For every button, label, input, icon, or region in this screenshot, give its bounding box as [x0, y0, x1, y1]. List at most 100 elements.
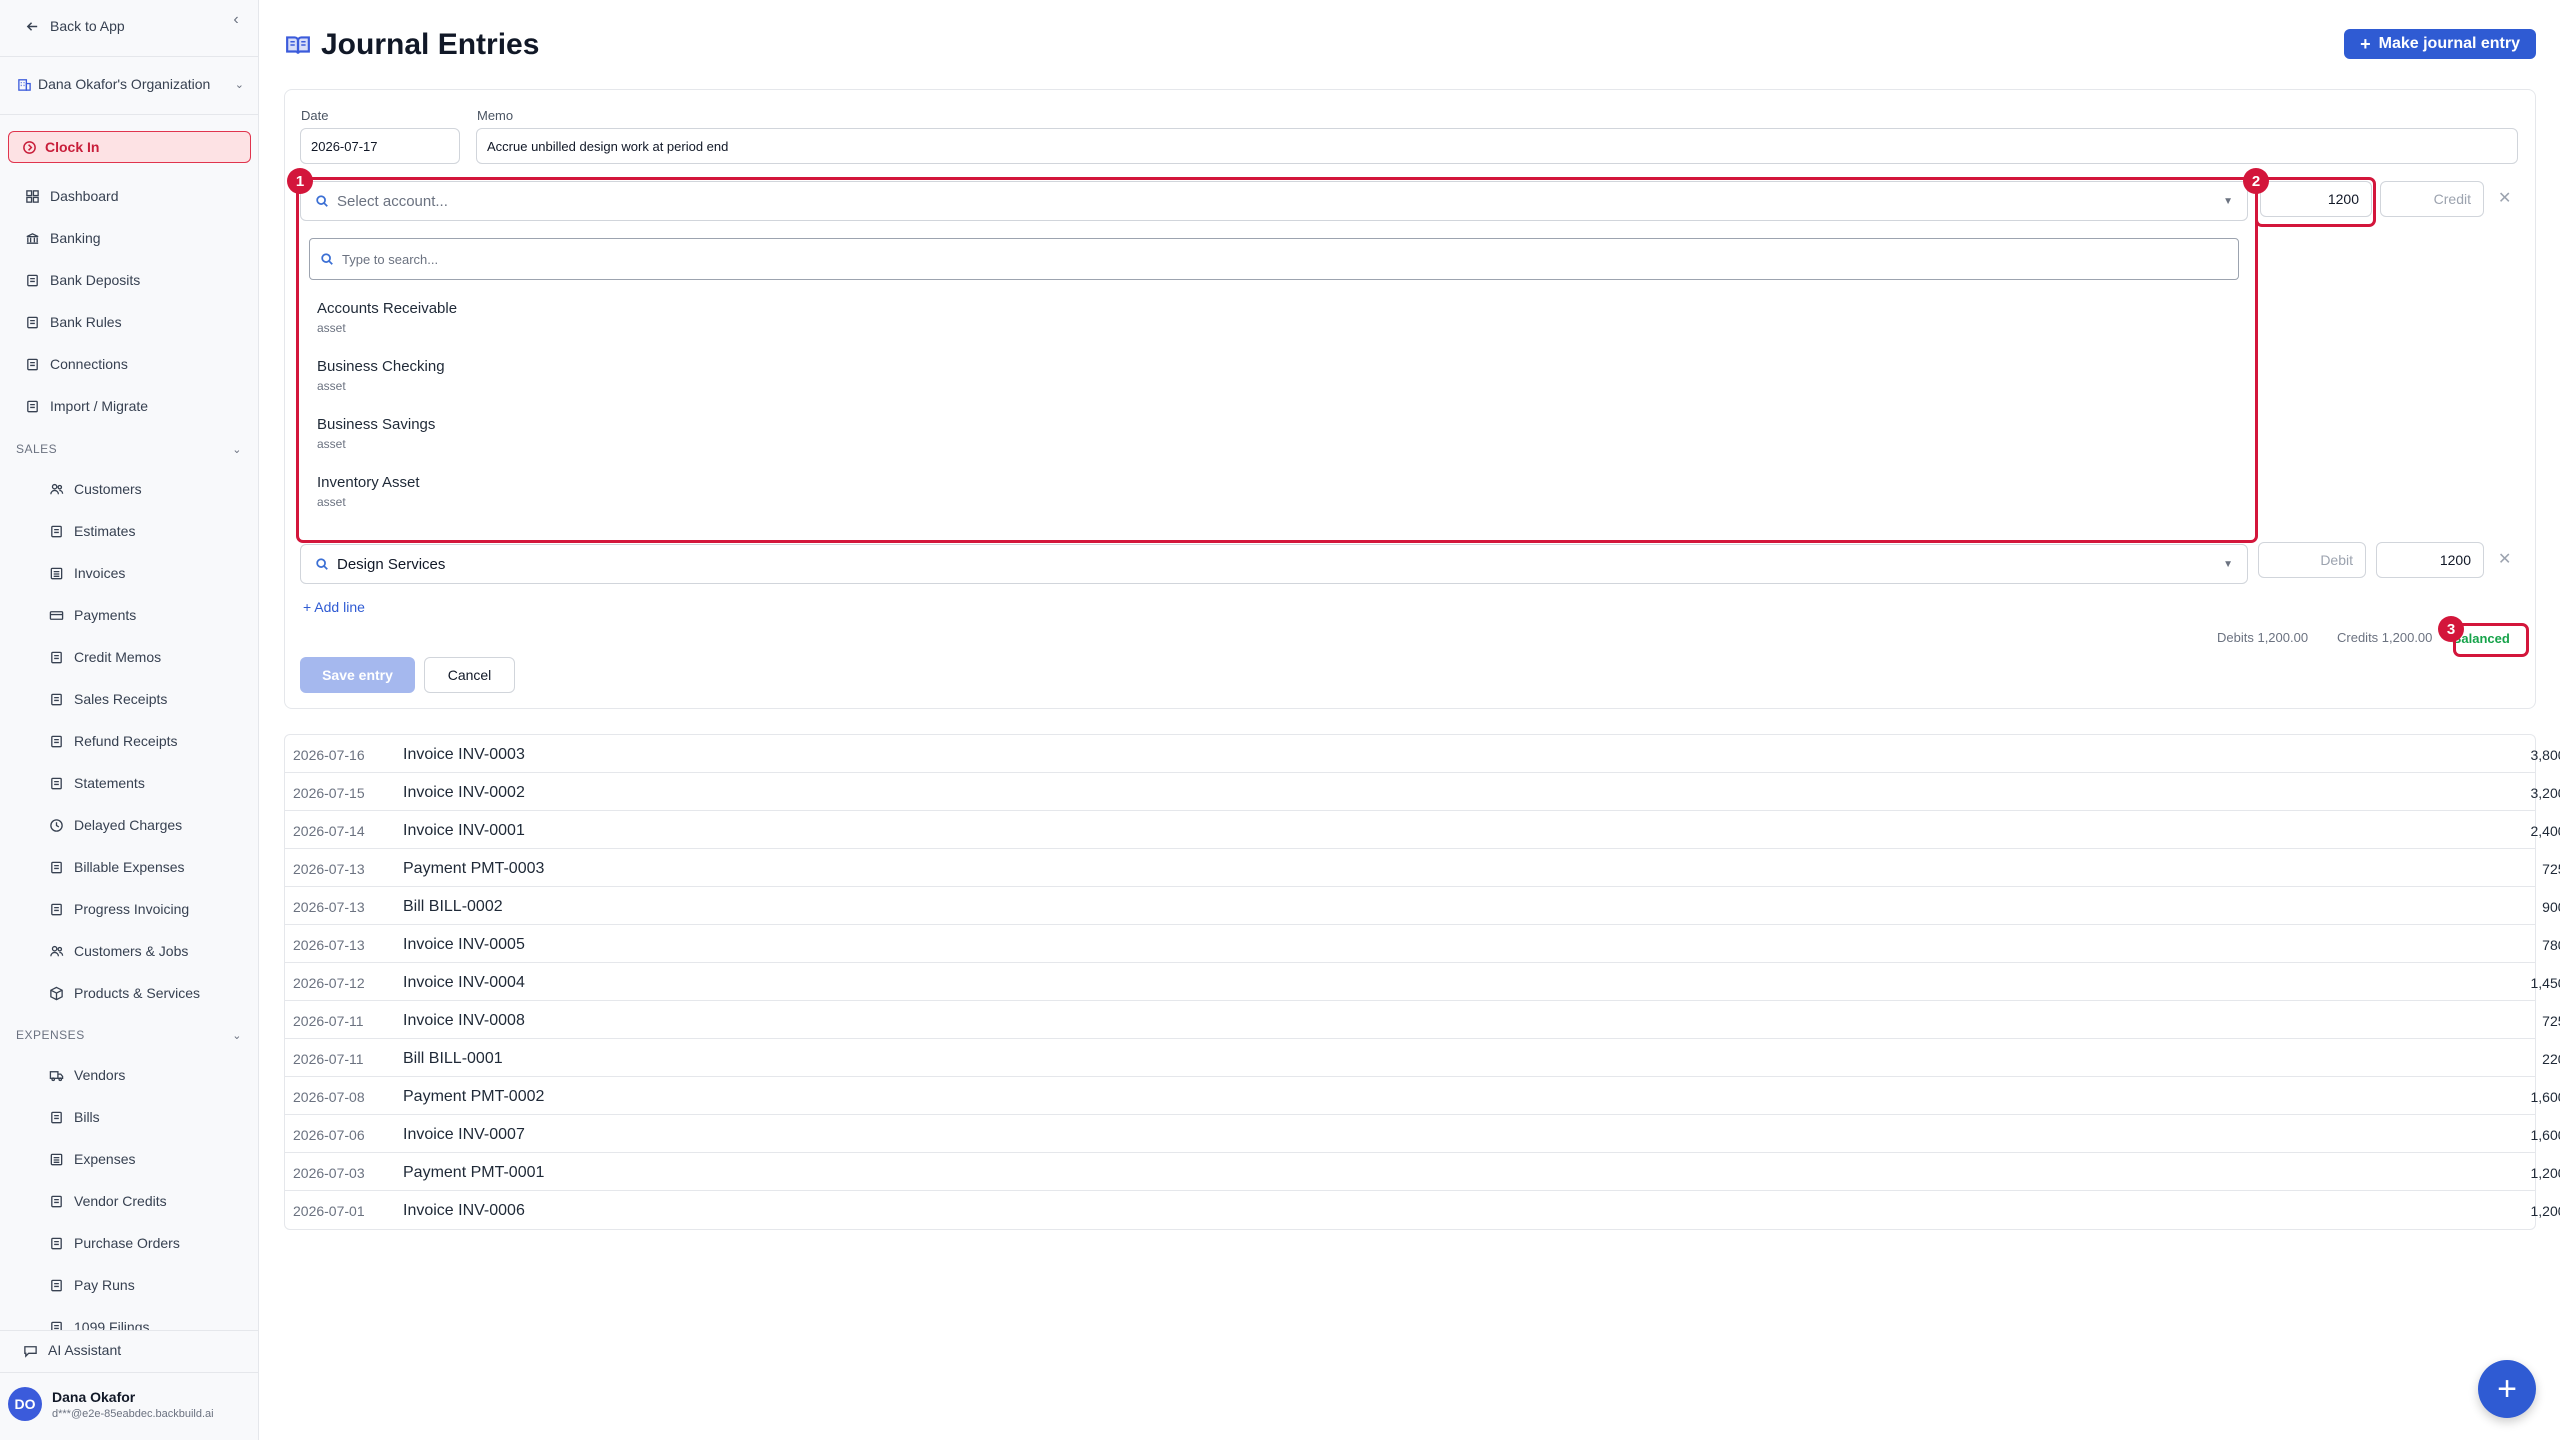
divider — [0, 1372, 258, 1373]
line2-credit-input[interactable]: 1200 — [2376, 542, 2484, 578]
add-line-button[interactable]: + Add line — [303, 599, 365, 615]
table-row[interactable]: 2026-07-16 Invoice INV-0003 3,800.00 — [285, 735, 2560, 773]
table-row[interactable]: 2026-07-03 Payment PMT-0001 1,200.00 — [285, 1153, 2560, 1191]
ai-assistant-button[interactable]: AI Assistant — [22, 1342, 258, 1358]
entry-memo: Invoice INV-0003 — [403, 746, 525, 763]
table-row[interactable]: 2026-07-13 Bill BILL-0002 900.00 — [285, 887, 2560, 925]
date-label: Date — [301, 108, 329, 123]
entry-amount: 725.00 — [2542, 861, 2560, 877]
add-line-label: Add line — [314, 599, 365, 615]
sidebar-item-expenses[interactable]: Expenses — [48, 1151, 258, 1167]
make-journal-entry-button[interactable]: + Make journal entry — [2344, 29, 2536, 59]
entry-memo: Payment PMT-0003 — [403, 860, 545, 877]
sidebar-item-pay-runs[interactable]: Pay Runs — [48, 1277, 258, 1293]
sidebar-item-purchase-orders[interactable]: Purchase Orders — [48, 1235, 258, 1251]
order-icon — [48, 1235, 64, 1251]
sidebar-item-label: Purchase Orders — [74, 1235, 180, 1251]
remove-line2-icon[interactable]: ✕ — [2498, 549, 2511, 569]
floating-add-button[interactable]: + — [2478, 1360, 2536, 1418]
table-row[interactable]: 2026-07-01 Invoice INV-0006 1,200.00 — [285, 1191, 2560, 1229]
sidebar-item-label: Pay Runs — [74, 1277, 135, 1293]
journal-entries-list: 2026-07-16Invoice INV-00033,800.002026-0… — [284, 734, 2560, 1230]
search-icon — [316, 558, 328, 570]
memo-label: Memo — [477, 108, 514, 123]
date-field[interactable]: 2026-07-17 — [300, 128, 460, 164]
entry-memo: Invoice INV-0001 — [403, 822, 525, 839]
table-row[interactable]: 2026-07-13 Invoice INV-0005 780.00 — [285, 925, 2560, 963]
entry-amount: 1,450.00 — [2530, 975, 2560, 991]
entry-amount: 3,800.00 — [2530, 747, 2560, 763]
table-row[interactable]: 2026-07-06 Invoice INV-0007 1,600.00 — [285, 1115, 2560, 1153]
cancel-button[interactable]: Cancel — [424, 657, 515, 693]
entry-amount: 780.00 — [2542, 937, 2560, 953]
entry-date: 2026-07-01 — [293, 1203, 365, 1219]
table-row[interactable]: 2026-07-12 Invoice INV-0004 1,450.00 — [285, 963, 2560, 1001]
filing-icon — [48, 1319, 64, 1330]
plus-icon: + — [2360, 33, 2371, 54]
entry-amount: 2,400.00 — [2530, 823, 2560, 839]
entry-memo: Invoice INV-0007 — [403, 1126, 525, 1143]
sidebar-item-label: Expenses — [74, 1151, 136, 1167]
highlight-debit-input — [2255, 177, 2376, 227]
entry-amount: 1,600.00 — [2530, 1089, 2560, 1105]
book-open-icon — [286, 36, 310, 54]
entry-memo: Payment PMT-0002 — [403, 1088, 545, 1105]
entry-date: 2026-07-14 — [293, 823, 365, 839]
entry-date: 2026-07-15 — [293, 785, 365, 801]
sidebar: Back to App ‹ Dana Okafor's Organization… — [0, 0, 259, 1440]
entry-memo: Invoice INV-0002 — [403, 784, 525, 801]
chat-icon — [22, 1342, 38, 1358]
table-row[interactable]: 2026-07-08 Payment PMT-0002 1,600.00 — [285, 1077, 2560, 1115]
remove-line1-icon[interactable]: ✕ — [2498, 188, 2511, 208]
table-row[interactable]: 2026-07-13 Payment PMT-0003 725.00 — [285, 849, 2560, 887]
sidebar-item-bills[interactable]: Bills — [48, 1109, 258, 1125]
sidebar-item-label: Bills — [74, 1109, 100, 1125]
entry-memo: Bill BILL-0002 — [403, 898, 503, 915]
entry-memo: Invoice INV-0006 — [403, 1202, 525, 1219]
table-row[interactable]: 2026-07-11 Invoice INV-0008 725.00 — [285, 1001, 2560, 1039]
user-profile[interactable]: DO Dana Okafor d***@e2e-85eabdec.backbui… — [8, 1387, 214, 1421]
highlight-balanced — [2453, 623, 2529, 657]
sidebar-item-label: Vendors — [74, 1067, 126, 1083]
annotation-badge-3: 3 — [2438, 616, 2464, 642]
sidebar-item-vendors[interactable]: Vendors — [48, 1067, 258, 1083]
line2-account-select[interactable]: Design Services ▼ — [300, 544, 2248, 584]
entry-date: 2026-07-08 — [293, 1089, 365, 1105]
caret-down-icon: ▼ — [2223, 558, 2233, 570]
entry-amount: 1,200.00 — [2530, 1203, 2560, 1219]
memo-field[interactable]: Accrue unbilled design work at period en… — [476, 128, 2518, 164]
entry-date: 2026-07-06 — [293, 1127, 365, 1143]
annotation-badge-2: 2 — [2243, 168, 2269, 194]
line1-credit-input[interactable]: Credit — [2380, 181, 2484, 217]
credits-total: Credits 1,200.00 — [2337, 630, 2433, 645]
line2-debit-input[interactable]: Debit — [2258, 542, 2366, 578]
line2-account-value: Design Services — [337, 555, 446, 573]
entry-date: 2026-07-11 — [293, 1051, 364, 1067]
entry-date: 2026-07-03 — [293, 1165, 365, 1181]
entry-memo: Payment PMT-0001 — [403, 1164, 545, 1181]
entry-date: 2026-07-13 — [293, 937, 365, 953]
user-email: d***@e2e-85eabdec.backbuild.ai — [52, 1407, 214, 1420]
sidebar-item-label: Vendor Credits — [74, 1193, 167, 1209]
debits-total: Debits 1,200.00 — [2217, 630, 2309, 645]
sidebar-item-vendor-credits[interactable]: Vendor Credits — [48, 1193, 258, 1209]
credit-icon — [48, 1193, 64, 1209]
entry-memo: Invoice INV-0008 — [403, 1012, 525, 1029]
entry-date: 2026-07-13 — [293, 899, 365, 915]
plus-icon: + — [303, 599, 315, 615]
table-row[interactable]: 2026-07-15 Invoice INV-0002 3,200.00 — [285, 773, 2560, 811]
sidebar-item-1099-filings[interactable]: 1099 Filings — [48, 1319, 258, 1330]
entry-date: 2026-07-13 — [293, 861, 365, 877]
entry-amount: 725.00 — [2542, 1013, 2560, 1029]
list-icon — [48, 1151, 64, 1167]
make-journal-entry-label: Make journal entry — [2378, 35, 2520, 52]
save-entry-button[interactable]: Save entry — [300, 657, 415, 693]
bill-icon — [48, 1109, 64, 1125]
table-row[interactable]: 2026-07-14 Invoice INV-0001 2,400.00 — [285, 811, 2560, 849]
ai-assistant-label: AI Assistant — [48, 1342, 122, 1358]
annotation-badge-1: 1 — [287, 168, 313, 194]
entry-date: 2026-07-11 — [293, 1013, 364, 1029]
page-title: Journal Entries — [285, 28, 539, 62]
entry-amount: 1,200.00 — [2530, 1165, 2560, 1181]
table-row[interactable]: 2026-07-11 Bill BILL-0001 220.00 — [285, 1039, 2560, 1077]
